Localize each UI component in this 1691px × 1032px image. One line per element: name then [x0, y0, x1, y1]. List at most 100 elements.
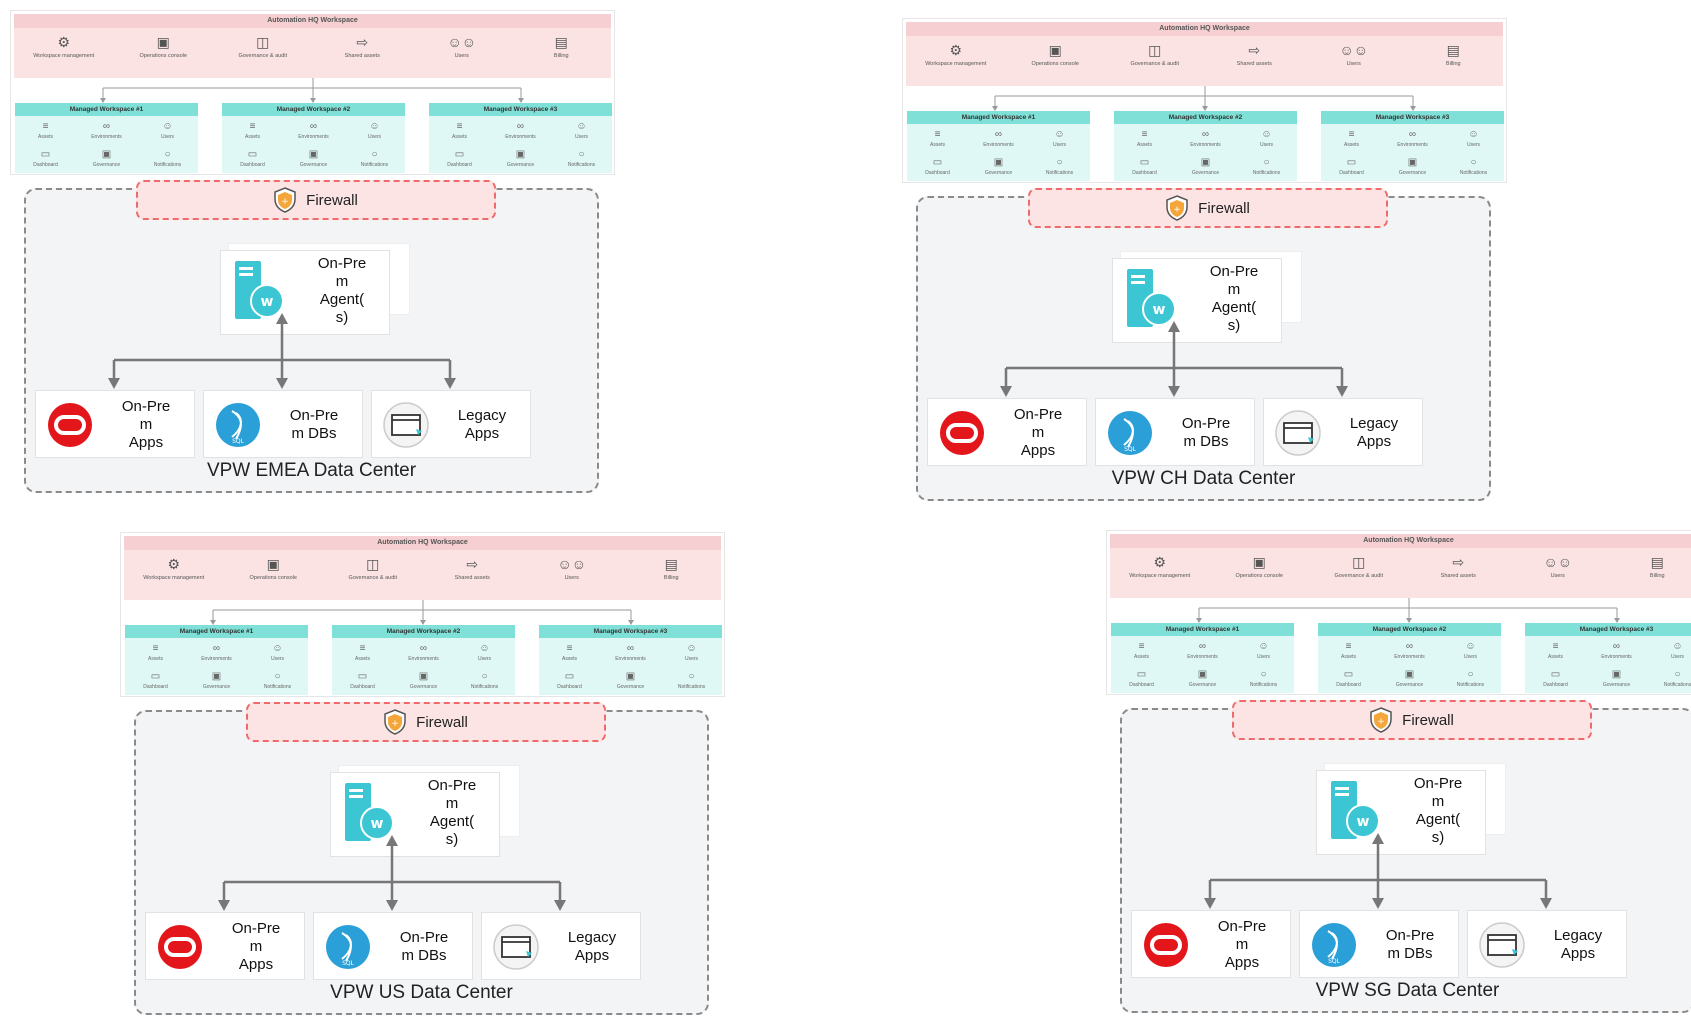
managed-item: ≡ Assets [1133, 640, 1149, 660]
hq-item: ⇨ Shared assets [344, 34, 380, 59]
svg-text:SQL: SQL [232, 438, 245, 445]
oracle-icon [940, 411, 984, 455]
hq-item: ▤ Billing [663, 556, 679, 581]
assets-icon: ≡ [1141, 128, 1148, 140]
dashboard-icon: ▭ [932, 156, 943, 168]
legacy-label: Legacy Apps [457, 407, 507, 442]
legacy-apps: Legacy Apps [1467, 910, 1627, 978]
server-agent-icon: w [345, 783, 394, 841]
environments-icon: ∞ [994, 128, 1003, 140]
hq-workspace-title: Automation HQ Workspace [1110, 534, 1691, 548]
svg-text:w: w [261, 294, 274, 310]
managed-item: ▭ Dashboard [1543, 668, 1568, 688]
notifications-icon: ○ [578, 148, 585, 160]
hq-item: ▣ Operations console [1031, 42, 1079, 67]
legacy-apps: Legacy Apps [371, 390, 531, 458]
firewall: + Firewall [1028, 188, 1388, 228]
governance-icon: ▣ [418, 670, 429, 682]
managed-workspace-items: ≡ Assets ∞ Environments ☺ Users ▭ Dashboard ▣ Gov… [125, 638, 308, 694]
managed-item: ∞ Environments [201, 642, 232, 662]
hq-workspace-items: ⚙ Workspace management ▣ Operations consol… [124, 550, 721, 600]
firewall-label: Firewall [1198, 199, 1250, 217]
on-prem-dbs: SQL On-Pre m DBs [313, 912, 473, 980]
hq-item: ◫ Governance & audit [1334, 554, 1384, 579]
hq-workspace-items: ⚙ Workspace management ▣ Operations consol… [1110, 548, 1691, 598]
firewall: + Firewall [136, 180, 496, 220]
governance-icon: ▣ [515, 148, 526, 160]
window-icon [1479, 922, 1525, 968]
datacenter-diagram-3: Automation HQ Workspace ⚙ Workspace manag… [120, 532, 725, 1032]
shield-icon: + [1166, 195, 1188, 221]
environments-icon: ∞ [1405, 640, 1414, 652]
hq-item: ⚙ Workspace management [143, 556, 205, 581]
svg-text:+: + [1173, 205, 1181, 215]
hq-item: ▣ Operations console [249, 556, 297, 581]
environments-icon: ∞ [419, 642, 428, 654]
users-icon: ☺☺ [557, 556, 587, 572]
managed-item: ▭ Dashboard [447, 148, 472, 168]
users-icon: ☺ [1258, 640, 1269, 652]
users-icon: ☺ [1465, 640, 1476, 652]
notifications-icon: ○ [481, 670, 488, 682]
hq-item: ⇨ Shared assets [1440, 554, 1476, 579]
managed-item: ▣ Governance [1398, 156, 1427, 176]
managed-item: ∞ Environments [408, 642, 439, 662]
managed-item: ▣ Governance [299, 148, 328, 168]
managed-item: ☺ Users [1259, 128, 1274, 148]
svg-text:SQL: SQL [342, 960, 355, 967]
dbs-label: On-Pre m DBs [1385, 927, 1435, 962]
governance-icon: ▣ [1200, 156, 1211, 168]
shield-icon: + [274, 187, 296, 213]
managed-workspace: Managed Workspace #2 ≡ Assets ∞ Environments… [332, 625, 515, 695]
managed-workspace: Managed Workspace #3 ≡ Assets ∞ Environments… [429, 103, 612, 173]
svg-text:SQL: SQL [1124, 446, 1137, 453]
governance-audit-icon: ◫ [1148, 42, 1162, 58]
users-icon: ☺ [272, 642, 283, 654]
dashboard-icon: ▭ [564, 670, 575, 682]
dashboard-icon: ▭ [1136, 668, 1147, 680]
workspace-management-icon: ⚙ [949, 42, 963, 58]
users-icon: ☺ [1054, 128, 1065, 140]
managed-item: ∞ Environments [505, 120, 536, 140]
shared-assets-icon: ⇨ [466, 556, 479, 572]
apps-label: On-Pre m Apps [121, 398, 171, 451]
hq-item: ⇨ Shared assets [1236, 42, 1272, 67]
managed-item: ≡ Assets [244, 120, 260, 140]
assets-icon: ≡ [42, 120, 49, 132]
automation-hq-workspace: Automation HQ Workspace ⚙ Workspace manag… [902, 18, 1507, 183]
dashboard-icon: ▭ [454, 148, 465, 160]
governance-icon: ▣ [625, 670, 636, 682]
managed-item: ▣ Governance [92, 148, 121, 168]
environments-icon: ∞ [309, 120, 318, 132]
legacy-apps: Legacy Apps [1263, 398, 1423, 466]
managed-item: ○ Notifications [360, 148, 389, 168]
users-icon: ☺ [576, 120, 587, 132]
managed-workspace: Managed Workspace #2 ≡ Assets ∞ Environments… [222, 103, 405, 173]
managed-workspace-title: Managed Workspace #3 [539, 625, 722, 638]
notifications-icon: ○ [1674, 668, 1681, 680]
managed-item: ∞ Environments [1190, 128, 1221, 148]
governance-icon: ▣ [993, 156, 1004, 168]
firewall-label: Firewall [306, 191, 358, 209]
workspace-management-icon: ⚙ [57, 34, 71, 50]
notifications-icon: ○ [164, 148, 171, 160]
assets-icon: ≡ [1348, 128, 1355, 140]
oracle-icon [1144, 923, 1188, 967]
governance-icon: ▣ [1407, 156, 1418, 168]
managed-workspace-title: Managed Workspace #2 [222, 103, 405, 116]
dashboard-icon: ▭ [1550, 668, 1561, 680]
firewall: + Firewall [1232, 700, 1592, 740]
workspace-connectors [210, 600, 634, 625]
hq-workspace-items: ⚙ Workspace management ▣ Operations consol… [906, 36, 1503, 86]
hq-item: ▤ Billing [1649, 554, 1665, 579]
svg-text:+: + [1377, 717, 1385, 727]
managed-workspace-title: Managed Workspace #1 [125, 625, 308, 638]
datacenter-title: VPW CH Data Center [1111, 468, 1296, 489]
managed-workspace: Managed Workspace #3 ≡ Assets ∞ Environments… [1525, 623, 1691, 693]
operations-console-icon: ▣ [266, 556, 280, 572]
managed-item: ∞ Environments [983, 128, 1014, 148]
managed-item: ○ Notifications [1459, 156, 1488, 176]
managed-workspace-title: Managed Workspace #3 [1321, 111, 1504, 124]
managed-item: ☺ Users [1256, 640, 1271, 660]
assets-icon: ≡ [1138, 640, 1145, 652]
